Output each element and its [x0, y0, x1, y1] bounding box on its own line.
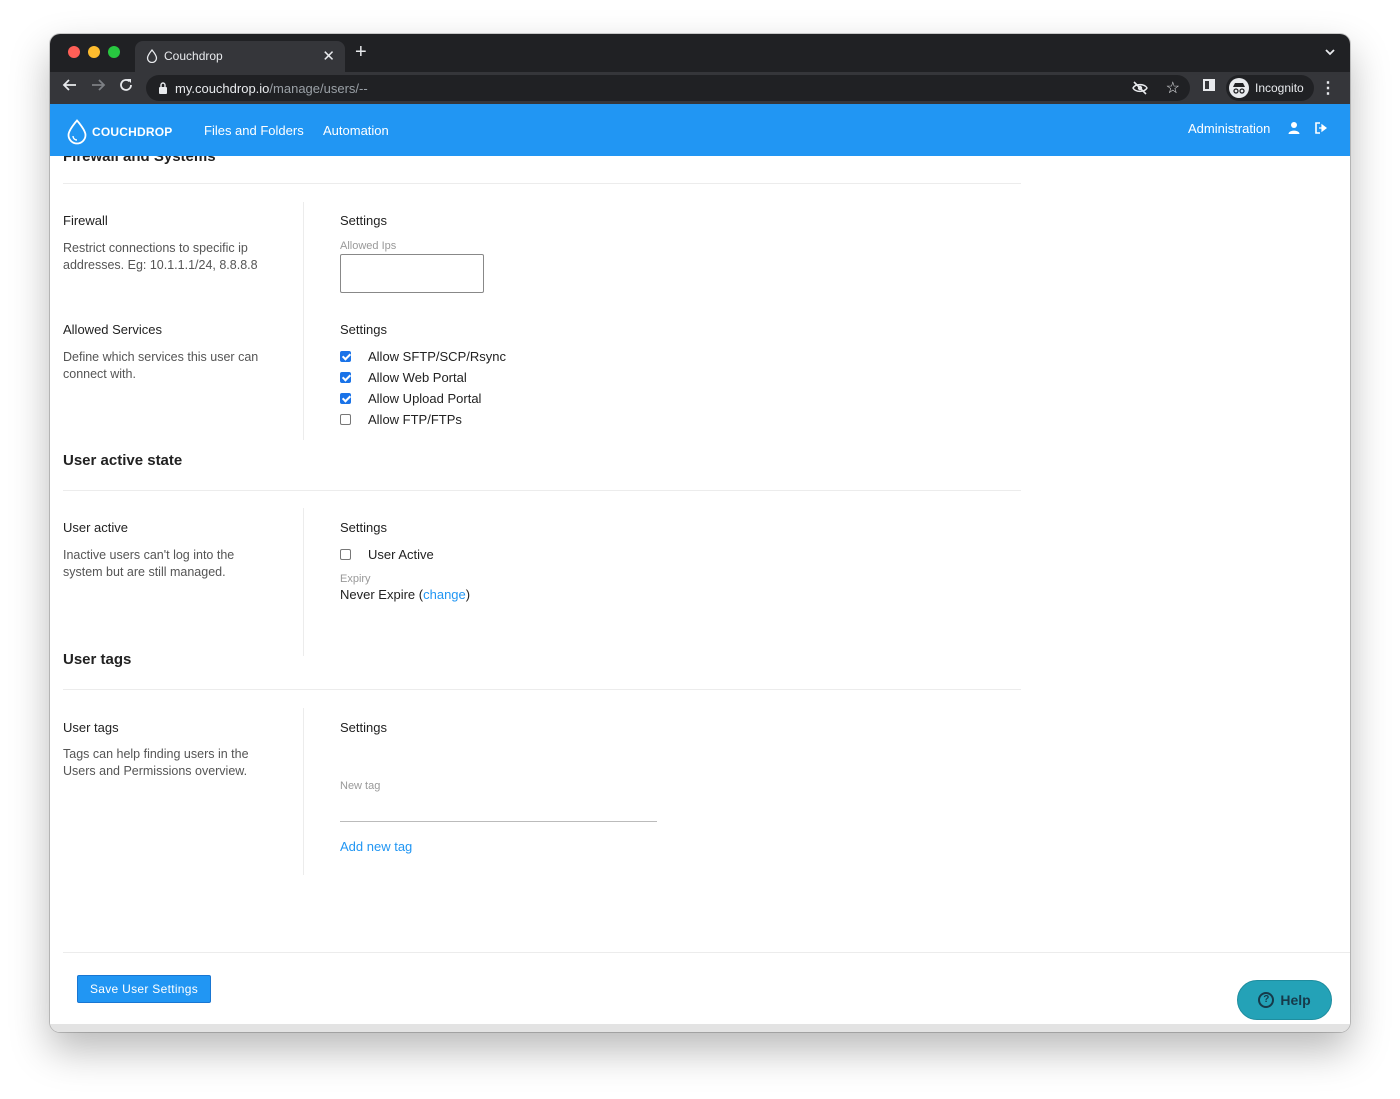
column-divider: [303, 508, 304, 656]
browser-window: Couchdrop ✕ + my.couchdrop.io/manage/use…: [50, 34, 1350, 1032]
user-active-label: User active: [63, 520, 129, 535]
maximize-window-button[interactable]: [108, 46, 120, 58]
incognito-label: Incognito: [1255, 81, 1304, 95]
allow-sftp-label: Allow SFTP/SCP/Rsync: [368, 349, 506, 364]
allow-web-portal-label: Allow Web Portal: [368, 370, 467, 385]
browser-menu-icon[interactable]: ⋮: [1320, 78, 1336, 98]
add-new-tag-link[interactable]: Add new tag: [340, 839, 412, 854]
nav-files-and-folders[interactable]: Files and Folders: [204, 123, 304, 138]
section-heading-user-active-state: User active state: [63, 452, 183, 469]
close-window-button[interactable]: [68, 46, 80, 58]
tab-title: Couchdrop: [164, 49, 223, 63]
user-tags-settings-label: Settings: [340, 720, 387, 735]
reload-icon[interactable]: [118, 77, 134, 98]
allow-upload-portal-checkbox[interactable]: [340, 393, 351, 404]
lock-icon: [159, 82, 167, 94]
allow-ftp-label: Allow FTP/FTPs: [368, 412, 462, 427]
section-heading-firewall-and-systems: Firewall and Systems: [63, 156, 216, 165]
user-tags-label: User tags: [63, 720, 119, 735]
user-active-checkbox[interactable]: [340, 549, 351, 560]
user-icon[interactable]: [1287, 121, 1301, 135]
incognito-profile-button[interactable]: Incognito: [1226, 75, 1314, 101]
allow-upload-portal-label: Allow Upload Portal: [368, 391, 482, 406]
help-label: Help: [1280, 992, 1311, 1008]
allow-ftp-option[interactable]: Allow FTP/FTPs: [340, 412, 462, 427]
window-bottom-bar: [50, 1024, 1350, 1032]
nav-administration[interactable]: Administration: [1188, 121, 1270, 136]
firewall-description: Restrict connections to specific ip addr…: [63, 241, 258, 272]
allow-web-portal-option[interactable]: Allow Web Portal: [340, 370, 467, 385]
new-tab-button[interactable]: +: [355, 41, 367, 64]
allow-upload-portal-option[interactable]: Allow Upload Portal: [340, 391, 481, 406]
allowed-services-description: Define which services this user can conn…: [63, 350, 259, 381]
new-tag-underline: [340, 821, 657, 822]
minimize-window-button[interactable]: [88, 46, 100, 58]
user-settings-content[interactable]: Firewall and Systems Firewall Restrict c…: [50, 156, 1350, 1032]
url-text[interactable]: my.couchdrop.io/manage/users/--: [175, 81, 368, 96]
services-settings-label: Settings: [340, 322, 387, 337]
divider: [63, 689, 1021, 690]
footer-divider: [63, 952, 1350, 953]
expiry-label: Expiry: [340, 573, 371, 585]
allowed-services-label: Allowed Services: [63, 322, 162, 337]
close-tab-icon[interactable]: ✕: [322, 47, 335, 65]
tab-search-chevron-icon[interactable]: [1324, 46, 1336, 61]
allow-web-portal-checkbox[interactable]: [340, 372, 351, 383]
divider: [63, 183, 1021, 184]
user-active-description: Inactive users can't log into the system…: [63, 548, 235, 579]
question-circle-icon: ?: [1258, 992, 1275, 1008]
user-tags-description: Tags can help finding users in the Users…: [63, 747, 249, 778]
divider: [63, 490, 1021, 491]
allow-ftp-checkbox[interactable]: [340, 414, 351, 425]
sign-out-icon[interactable]: [1314, 121, 1328, 135]
firewall-label: Firewall: [63, 213, 108, 228]
user-active-checkbox-label: User Active: [368, 547, 434, 562]
browser-tab[interactable]: Couchdrop ✕: [135, 41, 345, 72]
allow-sftp-option[interactable]: Allow SFTP/SCP/Rsync: [340, 349, 506, 364]
expiry-value: Never Expire (change): [340, 587, 470, 602]
expiry-paren-close: ): [465, 587, 471, 602]
expiry-change-link[interactable]: change: [423, 587, 466, 602]
address-bar[interactable]: my.couchdrop.io/manage/users/-- ☆: [146, 75, 1190, 101]
couchdrop-logo[interactable]: COUCHDROP: [66, 119, 172, 145]
url-path: /manage/users/--: [269, 81, 368, 96]
help-button[interactable]: ? Help: [1237, 980, 1332, 1020]
app-header: COUCHDROP Files and Folders Automation A…: [50, 104, 1350, 156]
tab-strip: Couchdrop ✕ +: [50, 34, 1350, 72]
incognito-icon: [1229, 78, 1249, 98]
section-heading-user-tags: User tags: [63, 651, 132, 668]
allowed-ips-label: Allowed Ips: [340, 240, 397, 252]
firewall-settings-label: Settings: [340, 213, 387, 228]
forward-arrow-icon[interactable]: [90, 77, 106, 98]
column-divider: [303, 708, 304, 875]
allowed-ips-textarea[interactable]: [340, 254, 484, 293]
browser-toolbar: my.couchdrop.io/manage/users/-- ☆ Incogn…: [50, 72, 1350, 104]
eye-slash-icon[interactable]: [1132, 80, 1148, 96]
user-active-option[interactable]: User Active: [340, 547, 434, 562]
new-tag-label: New tag: [340, 780, 381, 792]
user-active-settings-label: Settings: [340, 520, 387, 535]
url-host: my.couchdrop.io: [175, 81, 270, 96]
nav-automation[interactable]: Automation: [323, 123, 389, 138]
brand-name: COUCHDROP: [92, 125, 173, 139]
window-controls: [68, 46, 120, 58]
save-user-settings-button[interactable]: Save User Settings: [77, 975, 211, 1003]
droplet-logo-icon: [67, 119, 87, 145]
allow-sftp-checkbox[interactable]: [340, 351, 351, 362]
column-divider: [303, 202, 304, 440]
expiry-text: Never Expire: [340, 587, 416, 602]
bookmark-star-icon[interactable]: ☆: [1166, 78, 1180, 98]
back-arrow-icon[interactable]: [62, 77, 78, 98]
couchdrop-favicon-icon: [146, 49, 158, 63]
side-panel-icon[interactable]: [1203, 79, 1215, 91]
